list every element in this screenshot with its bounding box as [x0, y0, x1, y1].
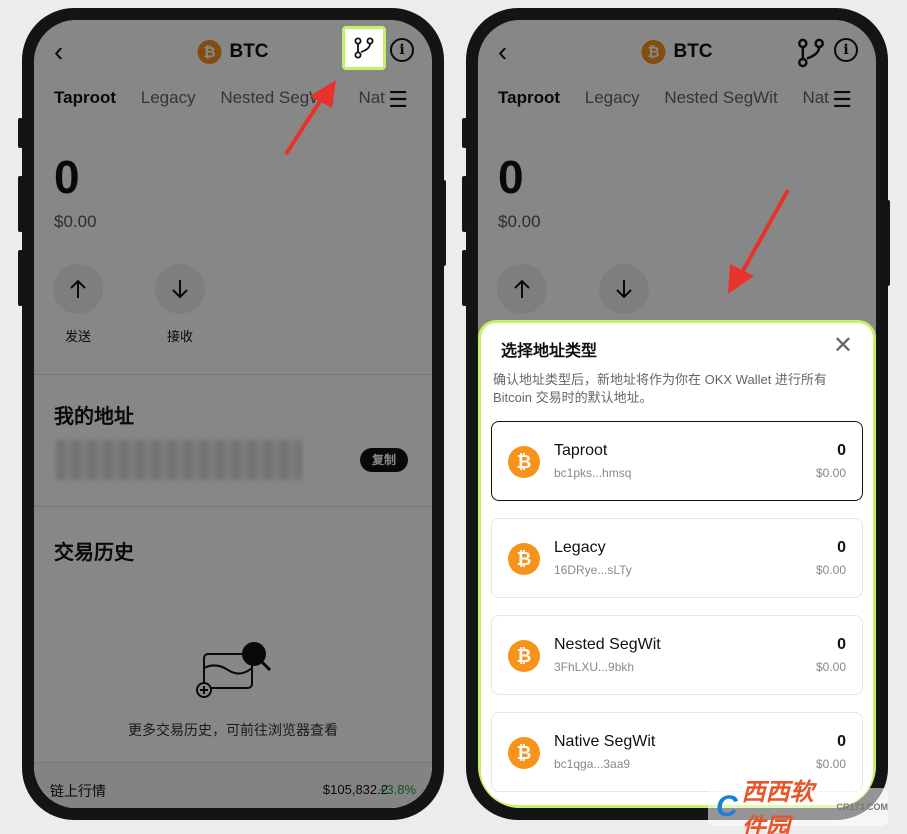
info-icon[interactable]: i — [834, 38, 858, 62]
page-title: BTC — [673, 41, 713, 62]
back-icon[interactable]: ‹ — [54, 38, 63, 66]
close-icon[interactable]: ✕ — [833, 331, 853, 359]
balance-fiat: $0.00 — [54, 212, 97, 231]
address-type-sheet: 选择地址类型 ✕ 确认地址类型后，新地址将作为你在 OKX Wallet 进行所… — [478, 320, 876, 808]
chevron-right-icon: › — [425, 779, 430, 796]
header-title-group: ₿ BTC — [641, 40, 713, 64]
option-address: bc1pks...hmsq — [554, 466, 632, 480]
copy-button[interactable]: 复制 — [360, 448, 409, 472]
market-label: 链上行情 — [50, 783, 106, 799]
watermark-site: CR173.COM — [836, 802, 888, 812]
address-option-nested-segwit[interactable]: ₿ Nested SegWit 3FhLXU...9bkh 0 $0.00 — [491, 615, 863, 695]
header-title-group: ₿ BTC — [197, 40, 269, 64]
tab-native-segwit[interactable]: Nat — [802, 88, 828, 108]
info-icon[interactable]: i — [390, 38, 414, 62]
address-option-taproot[interactable]: ₿ Taproot bc1pks...hmsq 0 $0.00 — [491, 421, 863, 501]
option-amount: 0 — [837, 636, 846, 653]
header: ‹ ₿ BTC i — [478, 34, 876, 74]
phone-left: ‹ ₿ BTC i Taproot Legacy Nested SegWit N… — [22, 8, 444, 820]
market-footer[interactable]: 链上行情 $105,832.2 +3.8% › — [34, 762, 432, 808]
option-name: Nested SegWit — [554, 636, 661, 653]
annotation-arrow-icon — [284, 80, 336, 156]
history-title: 交易历史 — [54, 542, 134, 564]
option-fiat: $0.00 — [815, 466, 846, 480]
send-action[interactable] — [492, 264, 552, 314]
option-name: Legacy — [554, 539, 606, 556]
history-empty-text: 更多交易历史，可前往浏览器查看 — [128, 722, 338, 738]
tab-nested-segwit[interactable]: Nested SegWit — [664, 88, 777, 108]
divider — [34, 374, 432, 375]
btc-coin-icon: ₿ — [508, 737, 540, 769]
empty-history-illustration — [196, 642, 272, 698]
option-address: bc1qga...3aa9 — [554, 757, 631, 771]
receive-action[interactable]: 接收 — [150, 264, 210, 345]
option-fiat: $0.00 — [815, 757, 846, 771]
annotation-arrow-icon — [728, 189, 790, 294]
address-type-tabs: Taproot Legacy Nested SegWit Nat — [498, 88, 876, 114]
receive-action[interactable] — [594, 264, 654, 314]
market-change: +3.8% — [378, 782, 416, 797]
option-name: Native SegWit — [554, 733, 656, 750]
option-amount: 0 — [837, 733, 846, 750]
tab-taproot[interactable]: Taproot — [498, 88, 560, 108]
tab-taproot[interactable]: Taproot — [54, 88, 116, 108]
my-address-title: 我的地址 — [54, 406, 134, 428]
btc-coin-icon: ₿ — [508, 640, 540, 672]
screen-left: ‹ ₿ BTC i Taproot Legacy Nested SegWit N… — [34, 20, 432, 808]
tab-legacy[interactable]: Legacy — [585, 88, 640, 108]
watermark-letter: C — [716, 790, 738, 823]
option-address: 16DRye...sLTy — [554, 563, 632, 577]
screen-right: ‹ ₿ BTC i Taproot Legacy Nested SegWit N… — [478, 20, 876, 808]
divider — [34, 506, 432, 507]
btc-coin-icon: ₿ — [508, 446, 540, 478]
send-label: 发送 — [64, 329, 91, 344]
arrow-up-icon[interactable] — [53, 264, 103, 314]
sheet-title: 选择地址类型 — [501, 343, 598, 360]
balance-fiat: $0.00 — [498, 212, 541, 231]
option-amount: 0 — [837, 539, 846, 556]
branch-icon[interactable] — [796, 38, 826, 68]
address-blurred — [56, 440, 302, 480]
arrow-down-icon[interactable] — [599, 264, 649, 314]
arrow-up-icon[interactable] — [497, 264, 547, 314]
arrow-down-icon[interactable] — [155, 264, 205, 314]
option-address: 3FhLXU...9bkh — [554, 660, 635, 674]
back-icon[interactable]: ‹ — [498, 38, 507, 66]
address-type-tabs: Taproot Legacy Nested SegWit Nat — [54, 88, 432, 114]
tab-native-segwit[interactable]: Nat — [358, 88, 384, 108]
balance: 0 — [498, 151, 524, 203]
sheet-description: 确认地址类型后，新地址将作为你在 OKX Wallet 进行所有 Bitcoin… — [493, 372, 827, 405]
address-option-legacy[interactable]: ₿ Legacy 16DRye...sLTy 0 $0.00 — [491, 518, 863, 598]
phone-right: ‹ ₿ BTC i Taproot Legacy Nested SegWit N… — [466, 8, 888, 820]
page-title: BTC — [229, 41, 269, 62]
watermark-logo: C 西西软件园 CR173.COM — [708, 779, 888, 834]
option-name: Taproot — [554, 442, 608, 459]
stage: ‹ ₿ BTC i Taproot Legacy Nested SegWit N… — [0, 0, 907, 834]
branch-icon[interactable] — [353, 37, 375, 59]
watermark-brand: 西西软件园 — [741, 779, 814, 834]
tab-legacy[interactable]: Legacy — [141, 88, 196, 108]
send-action[interactable]: 发送 — [48, 264, 108, 345]
option-fiat: $0.00 — [815, 563, 846, 577]
btc-coin-icon: ₿ — [641, 40, 666, 64]
balance: 0 — [54, 151, 80, 203]
btc-coin-icon: ₿ — [197, 40, 222, 64]
menu-icon[interactable]: ☰ — [832, 89, 852, 111]
address-switch-highlight[interactable] — [342, 26, 386, 70]
menu-icon[interactable]: ☰ — [388, 89, 408, 111]
receive-label: 接收 — [166, 329, 193, 344]
option-amount: 0 — [837, 442, 846, 459]
btc-coin-icon: ₿ — [508, 543, 540, 575]
option-fiat: $0.00 — [815, 660, 846, 674]
